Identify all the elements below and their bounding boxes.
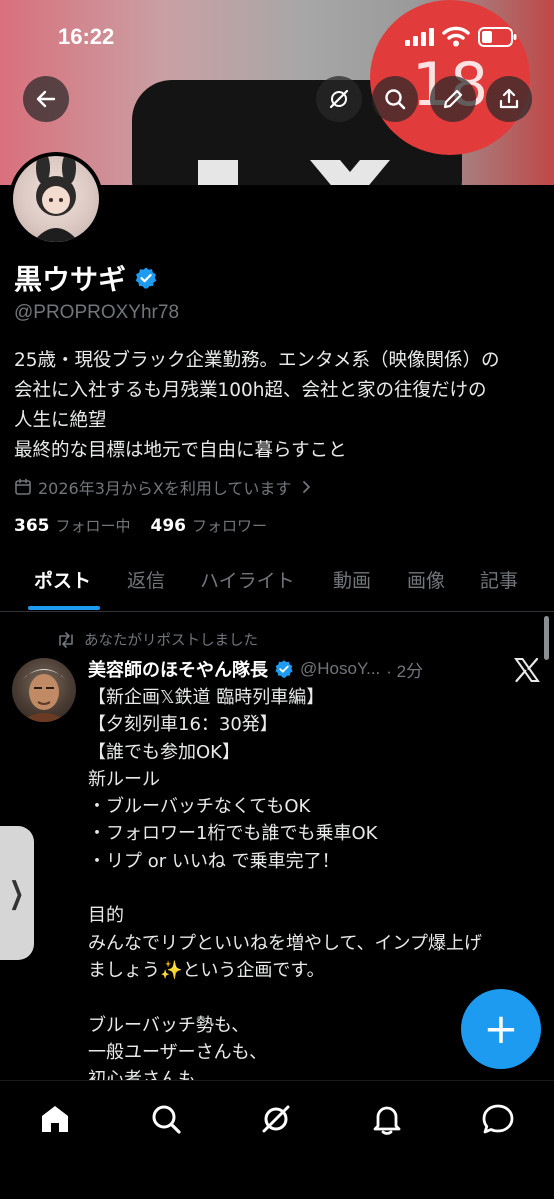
post-line: ・リプ or いいね で乗車完了！ xyxy=(88,850,340,872)
post-author-name[interactable]: 美容師のほそやん隊長 xyxy=(88,656,268,682)
profile-avatar[interactable] xyxy=(9,152,103,246)
post-line: ・ブルーバッチなくてもOK xyxy=(88,796,311,818)
arrow-left-icon xyxy=(36,90,56,108)
bio-line: 会社に入社するも月残業100h超、会社と家の往復だけの xyxy=(14,380,487,401)
nav-grok[interactable] xyxy=(258,1101,294,1137)
nav-messages[interactable] xyxy=(480,1101,516,1137)
grok-icon xyxy=(329,89,349,109)
post-author-handle[interactable]: @HosoY... xyxy=(300,659,380,679)
back-button[interactable] xyxy=(23,76,69,122)
post-line: 新ルール xyxy=(88,768,160,790)
bottom-nav xyxy=(0,1080,554,1199)
repost-label: あなたがリポストしました xyxy=(84,633,258,649)
followers-count[interactable]: 496 xyxy=(151,516,187,536)
following-label[interactable]: フォロー中 xyxy=(56,515,131,536)
tab-articles[interactable]: 記事 xyxy=(480,566,518,593)
tab-posts[interactable]: ポスト xyxy=(34,566,91,593)
wifi-icon xyxy=(442,26,470,47)
nav-search[interactable] xyxy=(148,1101,184,1137)
verified-badge-icon xyxy=(275,660,293,678)
search-button[interactable] xyxy=(372,76,418,122)
following-count[interactable]: 365 xyxy=(14,516,50,536)
joined-date-link[interactable]: 2026年3月からXを利用しています xyxy=(14,475,315,499)
status-time: 16:22 xyxy=(58,24,115,49)
calendar-icon xyxy=(15,478,31,495)
share-button[interactable] xyxy=(486,76,532,122)
avatar-illustration xyxy=(33,156,79,242)
pencil-icon xyxy=(443,89,463,109)
tab-images[interactable]: 画像 xyxy=(407,566,445,593)
display-name-text: 黒ウサギ xyxy=(14,263,127,296)
profile-handle: @PROPROXYhr78 xyxy=(14,302,180,323)
x-logo-icon xyxy=(514,657,540,683)
tab-highlights[interactable]: ハイライト xyxy=(200,566,295,593)
bio-line: 人生に絶望 xyxy=(14,410,107,431)
banner-x-glyph xyxy=(190,140,400,185)
status-bar: 16:22 xyxy=(0,0,554,70)
author-avatar-illustration xyxy=(20,669,68,722)
post-time: · 2分 xyxy=(386,661,424,681)
profile-display-name: 黒ウサギ xyxy=(14,258,158,298)
bell-icon xyxy=(373,1106,401,1135)
bio-line: 25歳・現役ブラック企業勤務。エンタメ系（映像関係）の xyxy=(14,350,500,371)
followers-label[interactable]: フォロワー xyxy=(192,515,267,536)
grok-icon xyxy=(262,1105,290,1133)
post-line xyxy=(88,875,538,902)
signal-icon xyxy=(405,28,434,46)
post-line: 目的 xyxy=(88,905,124,927)
chat-icon xyxy=(482,1104,514,1134)
follow-stats: 365 フォロー中 496 フォロワー xyxy=(14,515,281,536)
edit-button[interactable] xyxy=(430,76,476,122)
nav-home[interactable] xyxy=(37,1101,73,1137)
post-line: ましょう✨という企画です。 xyxy=(88,959,325,981)
compose-button[interactable]: + xyxy=(461,989,541,1069)
search-icon xyxy=(152,1105,181,1134)
post-header: 美容師のほそやん隊長 @HosoY... · 2分 xyxy=(88,656,423,682)
chevron-right-icon xyxy=(303,481,311,493)
post-line: みんなでリプといいねを増やして、インプ爆上げ xyxy=(88,932,483,954)
tab-videos[interactable]: 動画 xyxy=(333,566,371,593)
grok-button[interactable] xyxy=(316,76,362,122)
plus-icon: + xyxy=(483,1004,519,1053)
post-line: 初心者さんも xyxy=(88,1069,196,1080)
profile-bio: 25歳・現役ブラック企業勤務。エンタメ系（映像関係）の 会社に入社するも月残業1… xyxy=(14,346,544,466)
post-line: 【新企画𝕏鉄道 臨時列車編】 xyxy=(88,687,325,708)
share-icon xyxy=(499,88,519,109)
scrollbar[interactable] xyxy=(544,616,549,660)
active-tab-indicator xyxy=(28,606,100,610)
post-line: 【誰でも参加OK】 xyxy=(88,741,240,763)
battery-icon xyxy=(478,27,517,47)
home-icon xyxy=(42,1106,68,1132)
nav-notifications[interactable] xyxy=(369,1101,405,1137)
bio-line: 最終的な目標は地元で自由に暮らすこと xyxy=(14,440,347,461)
post-line: ・フォロワー1桁でも誰でも乗車OK xyxy=(88,823,378,845)
profile-tabs: ポスト 返信 ハイライト 動画 画像 記事 xyxy=(0,556,554,612)
chevron-right-icon: ❯ xyxy=(9,875,25,911)
repost-indicator: あなたがリポストしました xyxy=(56,629,258,650)
verified-badge-icon[interactable] xyxy=(134,266,158,290)
post-author-avatar[interactable] xyxy=(12,658,76,722)
repost-icon xyxy=(59,631,73,648)
tab-replies[interactable]: 返信 xyxy=(127,566,165,593)
search-icon xyxy=(385,89,406,110)
side-panel-handle[interactable]: ❯ xyxy=(0,826,34,960)
joined-date-text: 2026年3月からXを利用しています xyxy=(38,479,292,498)
post-line: 【夕刻列車16：30発】 xyxy=(88,714,278,736)
